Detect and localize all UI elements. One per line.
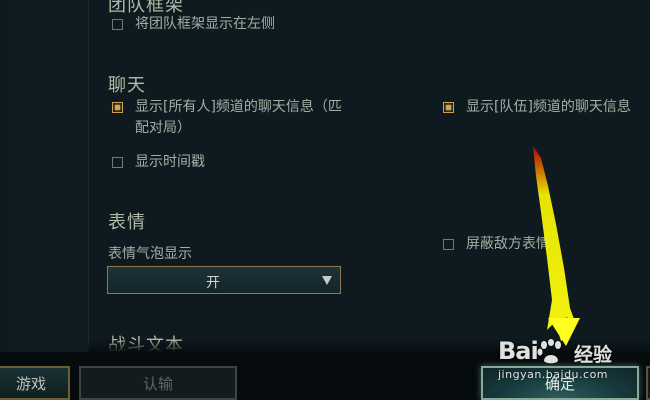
watermark-brand-jingyan: 经验 (574, 344, 613, 366)
watermark-url: jingyan.baidu.com (498, 368, 609, 381)
watermark-brand: Bai (498, 337, 539, 365)
baidu-jingyan-watermark: Bai 经验 jingyan.baidu.com (498, 337, 618, 387)
paw-logo-icon (537, 339, 561, 364)
settings-screen: 团队框架 将团队框架显示在左侧 聊天 显示[所有人]频道的聊天信息（匹 配对局）… (0, 0, 650, 400)
